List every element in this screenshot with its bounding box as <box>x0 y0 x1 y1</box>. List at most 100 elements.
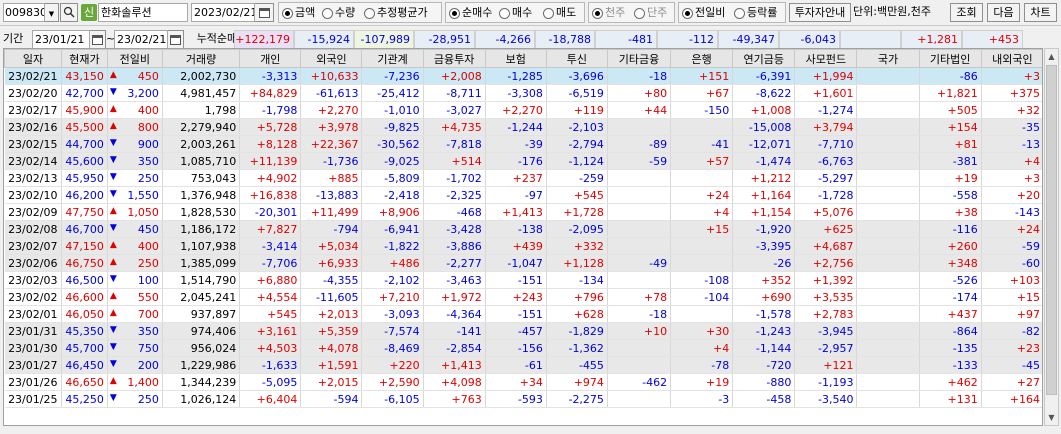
investor-value-cell: +10 <box>607 322 672 340</box>
scroll-up-arrow-icon[interactable]: ▲ <box>1045 49 1058 64</box>
radio-r2-0[interactable]: 순매수 <box>449 5 492 21</box>
radio-r4-0[interactable]: 전일비 <box>682 5 725 21</box>
period-to-input[interactable]: 23/02/21 <box>114 30 168 49</box>
radio-r1-1[interactable]: 수량 <box>322 5 355 21</box>
investor-value-cell: +38 <box>919 203 982 221</box>
search-button[interactable] <box>60 3 78 22</box>
radio-r2-2[interactable]: 매도 <box>543 5 576 21</box>
investor-info-button[interactable]: 투자자안내 <box>789 3 851 22</box>
radio-r1-0[interactable]: 금액 <box>282 5 315 21</box>
radio-r1-2[interactable]: 추정평균가 <box>364 5 428 21</box>
column-header[interactable]: 거래량 <box>161 49 241 68</box>
investor-value-cell: -1,243 <box>732 322 796 340</box>
vertical-scrollbar[interactable]: ▲ ▼ <box>1044 48 1059 426</box>
table-row[interactable]: 23/02/17 45,900 ▲ 400 1,798 -1,798 +2,270 -1,01… <box>4 101 1042 119</box>
table-row[interactable]: 23/01/26 46,650 ▲ 1,400 1,344,239 -5,095 +2,01… <box>4 373 1042 391</box>
stock-name-field[interactable]: 한화솔루션 <box>98 3 188 22</box>
stock-code-input[interactable]: 009830 <box>3 3 45 22</box>
table-row[interactable]: 23/02/10 46,200 ▼ 1,550 1,376,948 +16,838 -13,… <box>4 186 1042 204</box>
table-row[interactable]: 23/01/30 45,700 ▼ 750 956,024 +4,503 +4,078 -8,… <box>4 339 1042 357</box>
investor-value-cell: -4,364 <box>423 305 486 323</box>
table-row[interactable]: 23/02/06 46,750 ▲ 250 1,385,099 -7,706 +6,933 +… <box>4 254 1042 272</box>
investor-value-cell <box>607 186 672 204</box>
date-cell: 23/01/25 <box>4 390 63 408</box>
table-row[interactable]: 23/01/25 45,250 ▼ 250 1,026,124 +6,404 -594 -6,… <box>4 390 1042 408</box>
summary-cell: -107,989 <box>354 30 414 49</box>
radio-r2-1[interactable]: 매수 <box>499 5 532 21</box>
radio-r3-0[interactable]: 천주 <box>592 5 625 21</box>
date-cell: 23/02/02 <box>4 288 63 306</box>
column-header[interactable]: 일자 <box>4 49 63 68</box>
price-cell: 46,500 <box>61 271 108 289</box>
radio-r4-1[interactable]: 등락률 <box>734 5 777 21</box>
radio-r3-1[interactable]: 단주 <box>634 5 667 21</box>
investor-value-cell: +2,270 <box>300 101 363 119</box>
column-header[interactable]: 외국인 <box>300 49 363 68</box>
column-header[interactable]: 연기금등 <box>732 49 796 68</box>
change-cell: ▼ 350 <box>107 152 163 170</box>
column-header[interactable]: 투신 <box>545 49 608 68</box>
change-value: 350 <box>137 154 159 168</box>
column-header[interactable]: 기타법인 <box>918 49 982 68</box>
query-button[interactable]: 조회 <box>950 3 983 22</box>
price-cell: 45,700 <box>61 339 108 357</box>
period-from-calendar-button[interactable] <box>90 30 106 49</box>
table-row[interactable]: 23/02/08 46,700 ▼ 450 1,186,172 +7,827 -794 -6,… <box>4 220 1042 238</box>
chart-button[interactable]: 차트 <box>1024 3 1057 22</box>
calendar-button[interactable] <box>255 3 274 22</box>
table-row[interactable]: 23/01/31 45,350 ▼ 350 974,406 +3,161 +5,359 -7,… <box>4 322 1042 340</box>
table-row[interactable]: 23/01/27 46,450 ▼ 200 1,229,986 -1,633 +1,591 +… <box>4 356 1042 374</box>
volume-cell: 1,514,790 <box>162 271 241 289</box>
column-header[interactable]: 현재가 <box>61 49 108 68</box>
date-cell: 23/02/10 <box>4 186 63 204</box>
investor-value-cell: -30,562 <box>361 135 424 153</box>
radio-label: 매수 <box>512 6 533 19</box>
column-header[interactable]: 사모펀드 <box>794 49 858 68</box>
investor-value-cell: +243 <box>485 288 547 306</box>
investor-value-cell: -2,854 <box>423 339 486 357</box>
period-to-calendar-button[interactable] <box>168 30 184 49</box>
table-row[interactable]: 23/02/16 45,500 ▲ 800 2,279,940 +5,728 +3,978-… <box>4 118 1042 136</box>
table-row[interactable]: 23/02/07 47,150 ▲ 400 1,107,938 -3,414 +5,034-… <box>4 237 1042 255</box>
price-cell: 45,350 <box>61 322 108 340</box>
investor-value-cell: -133 <box>919 356 982 374</box>
investor-value-cell: -143 <box>981 203 1042 221</box>
column-header[interactable]: 금융투자 <box>422 49 486 68</box>
code-dropdown-button[interactable]: ▼ <box>45 3 59 22</box>
column-header[interactable]: 내외국인 <box>980 49 1042 68</box>
column-header[interactable]: 보험 <box>484 49 547 68</box>
column-header[interactable]: 전일비 <box>106 49 163 68</box>
investor-value-cell: +628 <box>546 305 608 323</box>
investor-value-cell: -59 <box>607 152 672 170</box>
table-row[interactable]: 23/02/03 46,500 ▼ 100 1,514,790 +6,880 -4,355-… <box>4 271 1042 289</box>
investor-value-cell: +375 <box>981 84 1042 102</box>
volume-cell: 1,385,099 <box>162 254 241 272</box>
investor-value-cell: -20,301 <box>239 203 302 221</box>
investor-value-cell: +2,590 <box>361 373 424 391</box>
table-row[interactable]: 23/02/14 45,600 ▼ 350 1,085,710 +11,139 -1,736… <box>4 152 1042 170</box>
column-header[interactable]: 기타금융 <box>606 49 672 68</box>
column-header[interactable]: 국가 <box>856 49 920 68</box>
scroll-down-arrow-icon[interactable]: ▼ <box>1045 410 1058 425</box>
column-header[interactable]: 개인 <box>239 49 302 68</box>
change-cell: ▲ 250 <box>107 254 163 272</box>
investor-value-cell: -104 <box>670 288 734 306</box>
investor-value-cell: -1,285 <box>485 67 547 85</box>
table-row[interactable]: 23/02/13 45,950 ▼ 250 753,043 +4,902 +885 -5,80… <box>4 169 1042 187</box>
period-from-input[interactable]: 23/01/21 <box>32 30 90 49</box>
date-cell: 23/01/27 <box>4 356 63 374</box>
table-row[interactable]: 23/02/20 42,700 ▼ 3,200 4,981,457 +84,829 -61,… <box>4 84 1042 102</box>
table-row[interactable]: 23/02/15 44,700 ▼ 900 2,003,261 +8,128 +22,367… <box>4 135 1042 153</box>
table-row[interactable]: 23/02/09 47,750 ▲ 1,050 1,828,530 -20,301 +11,… <box>4 203 1042 221</box>
scroll-thumb[interactable] <box>1046 65 1057 395</box>
date-cell: 23/01/30 <box>4 339 63 357</box>
investor-value-cell: -2,418 <box>361 186 424 204</box>
date-input[interactable]: 2023/02/21 <box>191 3 255 22</box>
table-row[interactable]: 23/02/21 43,150 ▲ 450 2,002,730 -3,313 +10,633… <box>4 67 1042 85</box>
change-value: 250 <box>137 256 159 270</box>
next-button[interactable]: 다음 <box>987 3 1020 22</box>
column-header[interactable]: 기관계 <box>361 49 424 68</box>
table-row[interactable]: 23/02/01 46,050 ▲ 700 937,897 +545 +2,013 -3,09… <box>4 305 1042 323</box>
column-header[interactable]: 은행 <box>670 49 734 68</box>
table-row[interactable]: 23/02/02 46,600 ▲ 550 2,045,241 +4,554 -11,605… <box>4 288 1042 306</box>
